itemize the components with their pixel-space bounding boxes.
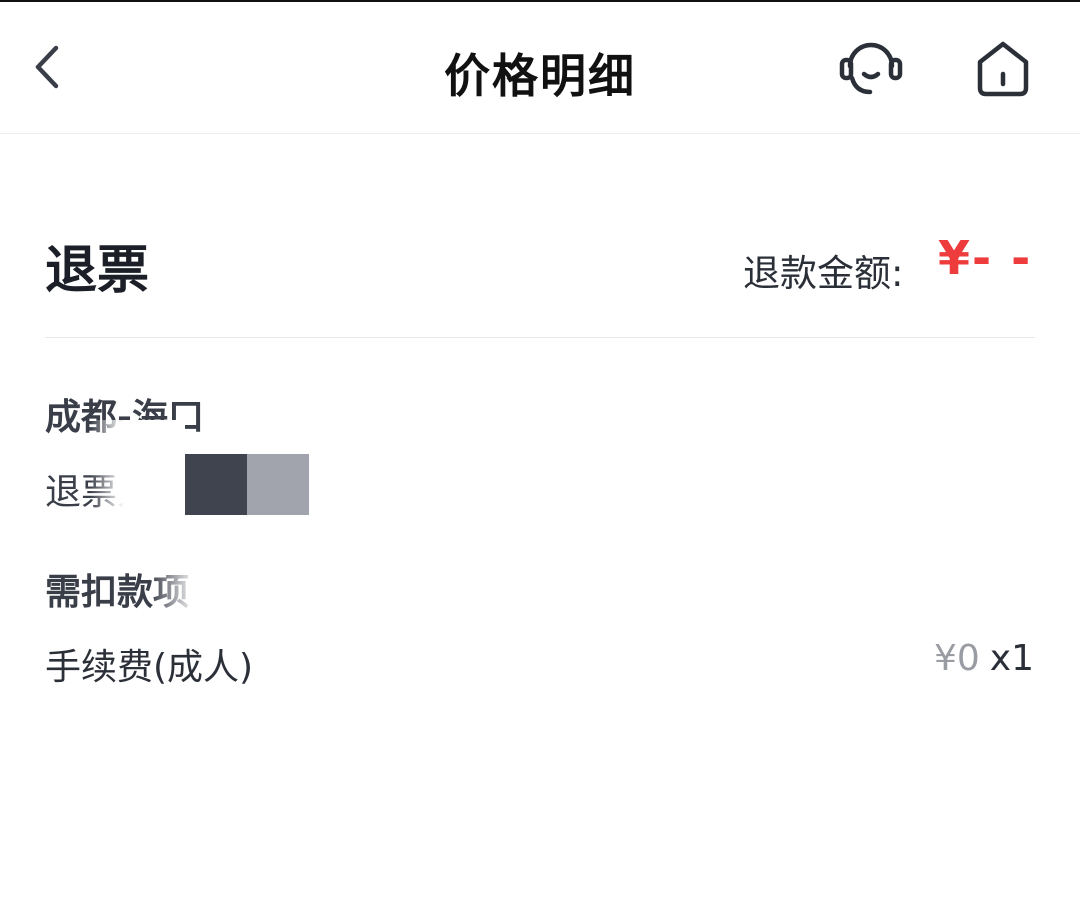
refund-section-title: 退票 xyxy=(45,241,150,301)
navigation-bar: 价格明细 xyxy=(0,0,1080,134)
section-divider xyxy=(45,337,1035,338)
headset-icon xyxy=(839,42,903,95)
fee-item-price: ¥0 xyxy=(933,638,980,679)
page-title: 价格明细 xyxy=(444,49,636,103)
fee-item-label: 手续费(成人) xyxy=(45,647,254,688)
home-icon xyxy=(977,41,1029,97)
privacy-mask xyxy=(150,560,210,610)
fee-item-amount: ¥0 x1 xyxy=(934,638,1034,679)
privacy-mask xyxy=(90,420,185,515)
privacy-mask-block xyxy=(185,454,247,515)
refund-amount-value: ¥- - xyxy=(938,231,1033,285)
privacy-mask-block xyxy=(247,454,309,515)
refund-amount-label: 退款金额: xyxy=(743,252,904,295)
customer-service-button[interactable] xyxy=(838,36,904,98)
fee-item-quantity: x1 xyxy=(989,638,1034,679)
home-button[interactable] xyxy=(972,38,1034,98)
